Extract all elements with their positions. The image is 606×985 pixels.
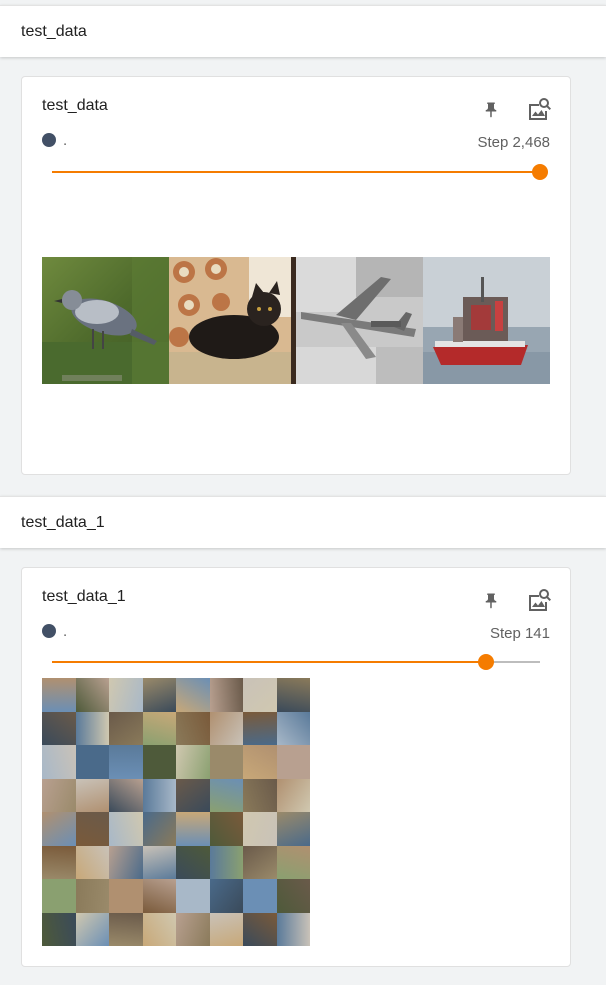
grid-image-cell <box>42 778 76 812</box>
sample-image-airplane <box>296 257 423 384</box>
grid-image-cell <box>209 778 243 812</box>
grid-image-cell <box>109 845 143 879</box>
grid-image-cell <box>243 678 277 712</box>
grid-image-cell <box>75 745 109 779</box>
grid-image-cell <box>109 745 143 779</box>
grid-image-cell <box>109 812 143 846</box>
grid-image-cell <box>209 678 243 712</box>
image-card-test-data-1: test_data_1 . Step 141 <box>21 567 571 967</box>
image-card-test-data: test_data . Step 2,468 <box>21 76 571 475</box>
card-title: test_data <box>42 97 108 114</box>
grid-image-cell <box>109 778 143 812</box>
grid-image-cell <box>243 812 277 846</box>
grid-image-cell <box>176 711 210 745</box>
step-slider[interactable] <box>52 164 548 180</box>
step-label: Step 2,468 <box>477 134 550 151</box>
expand-image-button[interactable] <box>526 588 552 614</box>
run-color-dot <box>42 624 56 638</box>
step-label: Step 141 <box>489 625 550 642</box>
image-search-icon <box>529 589 552 611</box>
grid-image-cell <box>75 845 109 879</box>
grid-image-cell <box>75 812 109 846</box>
grid-image-cell <box>209 711 243 745</box>
grid-image-cell <box>209 912 243 946</box>
grid-image-cell <box>176 678 210 712</box>
grid-image-cell <box>142 711 176 745</box>
grid-image-cell <box>42 845 76 879</box>
sample-image-ship <box>423 257 550 384</box>
group-header-title: test_data <box>21 22 87 40</box>
pin-button[interactable] <box>478 97 504 123</box>
grid-image-cell <box>75 912 109 946</box>
grid-image-cell <box>176 879 210 913</box>
grid-image-cell <box>42 912 76 946</box>
run-label: . <box>63 132 68 149</box>
grid-image-cell <box>209 745 243 779</box>
pin-icon <box>485 102 497 118</box>
grid-image-cell <box>276 812 310 846</box>
grid-image-cell <box>75 678 109 712</box>
grid-image-cell <box>243 845 277 879</box>
image-strip <box>42 257 550 384</box>
grid-image-cell <box>243 778 277 812</box>
grid-image-cell <box>109 912 143 946</box>
grid-image-cell <box>276 879 310 913</box>
image-search-icon <box>529 98 552 120</box>
pin-icon <box>485 593 497 609</box>
image-grid <box>42 678 310 946</box>
group-header-title: test_data_1 <box>21 513 105 531</box>
grid-image-cell <box>276 912 310 946</box>
grid-image-cell <box>176 912 210 946</box>
grid-image-cell <box>142 678 176 712</box>
grid-image-cell <box>276 711 310 745</box>
expand-image-button[interactable] <box>526 97 552 123</box>
slider-fill <box>52 171 540 173</box>
sample-image-cat <box>169 257 296 384</box>
run-label: . <box>63 623 68 640</box>
grid-image-cell <box>42 678 76 712</box>
group-header-test-data[interactable]: test_data <box>0 5 606 57</box>
grid-image-cell <box>42 745 76 779</box>
pin-button[interactable] <box>478 588 504 614</box>
grid-image-cell <box>276 745 310 779</box>
grid-image-cell <box>209 879 243 913</box>
slider-thumb[interactable] <box>532 164 548 180</box>
grid-image-cell <box>209 845 243 879</box>
grid-image-cell <box>243 912 277 946</box>
grid-image-cell <box>75 778 109 812</box>
grid-image-cell <box>142 812 176 846</box>
grid-image-cell <box>142 745 176 779</box>
grid-image-cell <box>276 778 310 812</box>
grid-image-cell <box>243 711 277 745</box>
grid-image-cell <box>109 711 143 745</box>
grid-image-cell <box>109 678 143 712</box>
grid-image-cell <box>75 711 109 745</box>
grid-image-cell <box>142 879 176 913</box>
grid-image-cell <box>243 879 277 913</box>
sample-image-bird <box>42 257 169 384</box>
grid-image-cell <box>142 845 176 879</box>
run-color-dot <box>42 133 56 147</box>
grid-image-cell <box>75 879 109 913</box>
grid-image-cell <box>209 812 243 846</box>
grid-image-cell <box>243 745 277 779</box>
card-title: test_data_1 <box>42 588 126 605</box>
grid-image-cell <box>42 812 76 846</box>
grid-image-cell <box>109 879 143 913</box>
step-slider[interactable] <box>52 654 540 670</box>
grid-image-cell <box>176 845 210 879</box>
group-header-test-data-1[interactable]: test_data_1 <box>0 496 606 548</box>
grid-image-cell <box>276 678 310 712</box>
grid-image-cell <box>276 845 310 879</box>
slider-thumb[interactable] <box>478 654 495 670</box>
grid-image-cell <box>142 778 176 812</box>
grid-image-cell <box>176 812 210 846</box>
grid-image-cell <box>176 778 210 812</box>
grid-image-cell <box>142 912 176 946</box>
slider-fill <box>52 661 487 663</box>
grid-image-cell <box>176 745 210 779</box>
grid-image-cell <box>42 711 76 745</box>
grid-image-cell <box>42 879 76 913</box>
